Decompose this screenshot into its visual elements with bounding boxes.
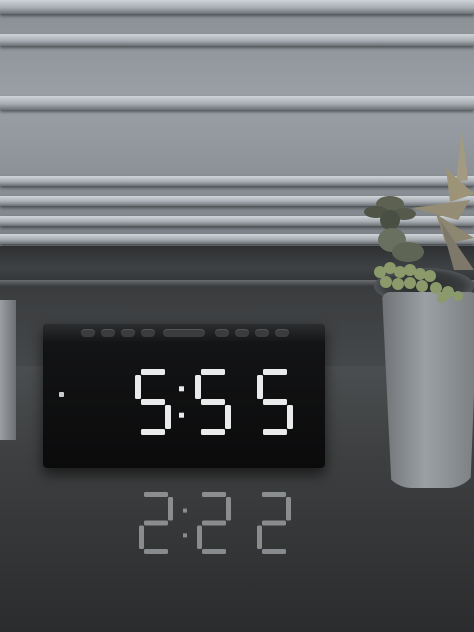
- plant-pot: [382, 292, 474, 488]
- digit-segment: [262, 549, 286, 554]
- digit-segment: [202, 520, 226, 526]
- digit-segment: [197, 525, 202, 549]
- digit-segment: [262, 492, 286, 497]
- digit-segment: [263, 429, 287, 435]
- digit-segment: [139, 525, 144, 549]
- colon-dot: [179, 386, 184, 392]
- clock-digit: [139, 492, 173, 554]
- digit-segment: [201, 399, 225, 405]
- digit-segment: [225, 405, 231, 429]
- digit-segment: [144, 492, 168, 497]
- digit-segment: [202, 492, 226, 497]
- clock-time-display: [135, 369, 293, 435]
- digit-segment: [202, 549, 226, 554]
- succulent-plant-icon: [364, 130, 474, 303]
- digit-segment: [201, 429, 225, 435]
- clock-digit: [257, 369, 293, 435]
- clock-digit: [135, 369, 171, 435]
- digit-segment: [195, 375, 201, 399]
- digit-segment: [135, 375, 141, 399]
- digit-segment: [257, 525, 262, 549]
- digit-segment: [144, 520, 168, 526]
- digit-segment: [263, 399, 287, 405]
- left-edge-object: [0, 300, 16, 440]
- digit-segment: [257, 375, 263, 399]
- digit-segment: [263, 369, 287, 375]
- photo-scene: [0, 0, 474, 632]
- digit-segment: [286, 497, 291, 521]
- digit-segment: [168, 497, 173, 521]
- colon-dot: [179, 412, 184, 418]
- digit-segment: [144, 549, 168, 554]
- digit-segment: [201, 369, 225, 375]
- digit-segment: [165, 405, 171, 429]
- colon-dot: [183, 533, 187, 538]
- clock-digit: [257, 492, 291, 554]
- digit-segment: [262, 520, 286, 526]
- alarm-clock: [43, 324, 325, 468]
- colon-dot: [183, 508, 187, 513]
- clock-digit: [197, 492, 231, 554]
- clock-digit: [195, 369, 231, 435]
- digit-segment: [141, 399, 165, 405]
- digit-segment: [141, 369, 165, 375]
- digit-segment: [287, 405, 293, 429]
- digit-segment: [226, 497, 231, 521]
- digit-segment: [141, 429, 165, 435]
- clock-reflection: [139, 492, 291, 554]
